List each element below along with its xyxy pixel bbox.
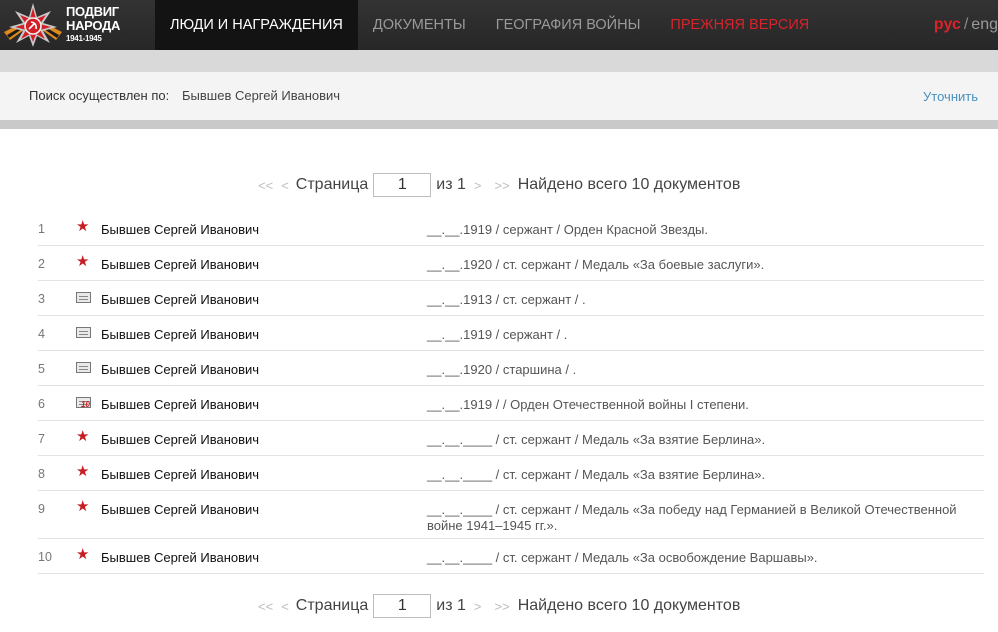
star-icon: ★ [76, 463, 90, 480]
person-name[interactable]: Бывшев Сергей Иванович [101, 327, 259, 342]
result-row[interactable]: 3 Бывшев Сергей Иванович __.__.1913 / ст… [38, 281, 984, 316]
record-details: __.__.____ / ст. сержант / Медаль «За вз… [427, 467, 766, 482]
results-count: Найдено всего 10 документов [517, 176, 741, 193]
page-label: Страница [295, 597, 369, 614]
person-name[interactable]: Бывшев Сергей Иванович [101, 292, 259, 307]
row-number: 8 [38, 467, 45, 481]
row-number: 3 [38, 292, 45, 306]
next-page-button[interactable]: > [474, 178, 482, 193]
result-row[interactable]: 10 ★ Бывшев Сергей Иванович __.__.____ /… [38, 539, 984, 574]
record-details: __.__.____ / ст. сержант / Медаль «За ос… [427, 550, 818, 565]
top-navigation-bar: ПОДВИГ НАРОДА 1941-1945 ЛЮДИ И НАГРАЖДЕН… [0, 0, 998, 50]
result-row[interactable]: 9 ★ Бывшев Сергей Иванович __.__.____ / … [38, 491, 984, 539]
first-page-button[interactable]: << [258, 178, 273, 193]
pager-top: << < Страница из 1 > >> Найдено всего 10… [258, 172, 740, 198]
record-details: __.__.1919 / сержант / Орден Красной Зве… [427, 222, 708, 237]
person-name[interactable]: Бывшев Сергей Иванович [101, 362, 259, 377]
document-badge-number: 10 [81, 400, 90, 409]
person-name[interactable]: Бывшев Сергей Иванович [101, 467, 259, 482]
logo-line-2: НАРОДА [66, 18, 121, 33]
document-icon [76, 289, 92, 305]
row-number: 4 [38, 327, 45, 341]
row-number: 2 [38, 257, 45, 271]
document-icon [76, 324, 92, 340]
result-row[interactable]: 5 Бывшев Сергей Иванович __.__.1920 / ст… [38, 351, 984, 386]
result-row[interactable]: 1 ★ Бывшев Сергей Иванович __.__.1919 / … [38, 211, 984, 246]
result-row[interactable]: 7 ★ Бывшев Сергей Иванович __.__.____ / … [38, 421, 984, 456]
result-row[interactable]: 8 ★ Бывшев Сергей Иванович __.__.____ / … [38, 456, 984, 491]
result-row[interactable]: 6 10 Бывшев Сергей Иванович __.__.1919 /… [38, 386, 984, 421]
record-details: __.__.____ / ст. сержант / Медаль «За по… [427, 502, 957, 533]
search-summary-panel: Поиск осуществлен по: Бывшев Сергей Иван… [0, 72, 998, 120]
search-criteria-label: Поиск осуществлен по: [29, 88, 170, 103]
logo-text: ПОДВИГ НАРОДА 1941-1945 [66, 5, 120, 44]
record-details: __.__.____ / ст. сержант / Медаль «За вз… [427, 432, 766, 447]
last-page-button[interactable]: >> [495, 599, 510, 614]
row-number: 10 [38, 550, 52, 564]
person-name[interactable]: Бывшев Сергей Иванович [101, 257, 259, 272]
main-nav: ЛЮДИ И НАГРАЖДЕНИЯ ДОКУМЕНТЫ ГЕОГРАФИЯ В… [155, 0, 824, 50]
row-number: 7 [38, 432, 45, 446]
nav-documents[interactable]: ДОКУМЕНТЫ [358, 0, 481, 50]
logo-years: 1941-1945 [66, 34, 102, 43]
page-total: из 1 [436, 176, 466, 193]
nav-war-geography[interactable]: ГЕОГРАФИЯ ВОЙНЫ [481, 0, 656, 50]
result-row[interactable]: 2 ★ Бывшев Сергей Иванович __.__.1920 / … [38, 246, 984, 281]
row-number: 1 [38, 222, 45, 236]
page-number-input[interactable] [373, 173, 432, 197]
last-page-button[interactable]: >> [495, 178, 510, 193]
record-details: __.__.1920 / ст. сержант / Медаль «За бо… [427, 257, 765, 272]
page-label: Страница [295, 176, 369, 193]
star-icon: ★ [76, 428, 90, 445]
lang-en-link[interactable]: eng [971, 16, 998, 33]
header-divider [0, 50, 998, 72]
logo-line-1: ПОДВИГ [66, 4, 119, 19]
search-criteria-value: Бывшев Сергей Иванович [182, 88, 341, 103]
row-number: 9 [38, 502, 45, 516]
document-icon [76, 359, 92, 375]
record-details: __.__.1919 / сержант / . [427, 327, 568, 342]
page-total: из 1 [436, 597, 466, 614]
lang-separator: / [963, 16, 969, 33]
star-icon: ★ [76, 253, 90, 270]
prev-page-button[interactable]: < [281, 599, 289, 614]
order-star-logo-icon [4, 3, 62, 47]
pager-bottom: << < Страница из 1 > >> Найдено всего 10… [258, 593, 740, 619]
person-name[interactable]: Бывшев Сергей Иванович [101, 502, 259, 517]
person-name[interactable]: Бывшев Сергей Иванович [101, 432, 259, 447]
results-count: Найдено всего 10 документов [517, 597, 741, 614]
summary-divider [0, 120, 998, 129]
record-details: __.__.1913 / ст. сержант / . [427, 292, 586, 307]
prev-page-button[interactable]: < [281, 178, 289, 193]
person-name[interactable]: Бывшев Сергей Иванович [101, 222, 259, 237]
site-logo[interactable]: ПОДВИГ НАРОДА 1941-1945 [0, 0, 150, 50]
result-row[interactable]: 4 Бывшев Сергей Иванович __.__.1919 / се… [38, 316, 984, 351]
first-page-button[interactable]: << [258, 599, 273, 614]
language-switcher: рус / eng [934, 0, 998, 50]
record-details: __.__.1920 / старшина / . [427, 362, 577, 377]
person-name[interactable]: Бывшев Сергей Иванович [101, 397, 259, 412]
star-icon: ★ [76, 218, 90, 235]
nav-previous-version[interactable]: ПРЕЖНЯЯ ВЕРСИЯ [655, 0, 824, 50]
lang-ru-link[interactable]: рус [934, 16, 961, 33]
star-icon: ★ [76, 498, 90, 515]
row-number: 5 [38, 362, 45, 376]
document-badge-icon: 10 [76, 394, 92, 410]
page-number-input[interactable] [373, 594, 432, 618]
record-details: __.__.1919 / / Орден Отечественной войны… [427, 397, 749, 412]
star-icon: ★ [76, 546, 90, 563]
person-name[interactable]: Бывшев Сергей Иванович [101, 550, 259, 565]
results-list: 1 ★ Бывшев Сергей Иванович __.__.1919 / … [38, 211, 984, 574]
next-page-button[interactable]: > [474, 599, 482, 614]
refine-search-link[interactable]: Уточнить [923, 89, 978, 104]
row-number: 6 [38, 397, 45, 411]
nav-people-and-awards[interactable]: ЛЮДИ И НАГРАЖДЕНИЯ [155, 0, 358, 50]
